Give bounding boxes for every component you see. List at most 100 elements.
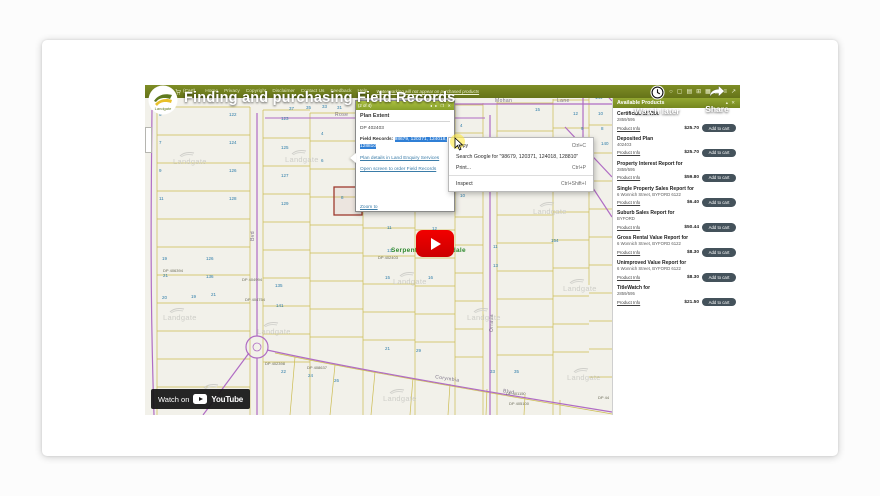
lot-number: 19 xyxy=(191,294,196,299)
youtube-label: YouTube xyxy=(211,395,243,404)
product-item: Gross Rental Value Report for6 Wonnich S… xyxy=(617,235,736,256)
lot-number: 20 xyxy=(162,295,167,300)
lot-number: 124 xyxy=(229,140,237,145)
dp-label: DP 404754 xyxy=(245,297,265,302)
add-to-cart-button[interactable]: Add to cart xyxy=(702,174,736,183)
share-arrow-icon xyxy=(709,85,725,98)
lot-number: 26 xyxy=(334,378,339,383)
watch-later-button[interactable]: Watch later xyxy=(634,85,680,116)
product-actions-row: Product Info $50.44Add to cart xyxy=(617,223,736,232)
context-menu-shortcut: Ctrl+Shift+I xyxy=(555,181,586,187)
watermark-text: Landgate xyxy=(393,277,427,286)
street-name-label: Rose xyxy=(335,112,348,118)
product-info-link[interactable]: Product Info xyxy=(617,275,640,280)
lot-number: 21 xyxy=(211,292,216,297)
product-item: Property Interest Report for2859/595Prod… xyxy=(617,161,736,182)
product-detail: 2859/595 xyxy=(617,117,736,122)
layers-icon[interactable]: ▤ xyxy=(686,89,692,95)
product-item: Suburb Sales Report forBYFORDProduct Inf… xyxy=(617,210,736,231)
product-price: $8.30 xyxy=(687,250,702,255)
landgate-watermark: Landgate xyxy=(383,388,417,403)
add-to-cart-button[interactable]: Add to cart xyxy=(702,273,736,282)
svg-text:Landgate: Landgate xyxy=(155,106,172,111)
lot-number: 8 xyxy=(601,126,604,131)
context-menu-item-print[interactable]: Print...Ctrl+P xyxy=(449,162,593,173)
context-menu-item-inspect[interactable]: InspectCtrl+Shift+I xyxy=(449,178,593,189)
play-icon xyxy=(431,238,441,250)
dp-label: DP 44 xyxy=(598,395,609,400)
watch-on-youtube-button[interactable]: Watch on YouTube xyxy=(151,389,250,409)
add-to-cart-button[interactable]: Add to cart xyxy=(702,149,736,158)
product-info-link[interactable]: Product Info xyxy=(617,250,640,255)
street-name-label: Lane xyxy=(557,98,570,104)
popup-plan-number: DP 402403 xyxy=(360,126,450,131)
lot-number: 9 xyxy=(581,126,584,131)
add-to-cart-button[interactable]: Add to cart xyxy=(702,124,736,133)
product-detail: 2859/595 xyxy=(617,167,736,172)
landgate-logo[interactable]: Landgate xyxy=(148,85,178,115)
lot-number: 37 xyxy=(289,106,294,111)
context-menu-separator xyxy=(449,175,593,176)
product-price: $59.80 xyxy=(684,175,702,180)
lot-number: 6 xyxy=(321,158,324,163)
lot-number: 16 xyxy=(428,275,433,280)
product-info-link[interactable]: Product Info xyxy=(617,200,640,205)
available-products-panel: Available Products ▴ ✕ Certificate of Ti… xyxy=(612,98,740,415)
youtube-video-player[interactable]: 5122712491261112812312512712937353331468… xyxy=(145,85,740,415)
plan-details-link[interactable]: Plan details in Land Enquiry Services xyxy=(360,156,450,161)
dp-label: DP 406394 xyxy=(163,268,183,273)
lot-number: 126 xyxy=(229,168,237,173)
popup-body: Plan Extent DP 402403 Field Records: 986… xyxy=(356,110,454,213)
product-detail: 2859/595 xyxy=(617,291,736,296)
product-info-link[interactable]: Product Info xyxy=(617,225,640,230)
lot-number: 10 xyxy=(598,111,603,116)
lot-number: 21 xyxy=(163,273,168,278)
watermark-text: Landgate xyxy=(257,327,291,336)
mouse-cursor xyxy=(450,134,466,150)
play-button[interactable] xyxy=(416,230,454,257)
context-menu: CopyCtrl+CSearch Google for "98679, 1203… xyxy=(448,137,594,192)
lot-number: 7 xyxy=(159,140,162,145)
product-price: $50.44 xyxy=(684,225,702,230)
plan-extent-popup: (2 of 4) ◂ ▸ ❐ ✕ Plan Extent DP 402403 F… xyxy=(355,100,455,212)
product-item: Single Property Sales Report for6 Wonnic… xyxy=(617,186,736,207)
add-to-cart-button[interactable]: Add to cart xyxy=(702,198,736,207)
lot-number: 35 xyxy=(514,369,519,374)
share-label: Share xyxy=(696,104,738,114)
zoom-to-link[interactable]: Zoom to xyxy=(360,205,378,210)
lot-number: 4 xyxy=(460,123,463,128)
product-info-link[interactable]: Product Info xyxy=(617,175,640,180)
product-detail: 6 Wonnich Street, BYFORD 6122 xyxy=(617,241,736,246)
landgate-watermark: Landgate xyxy=(173,151,207,166)
lot-number: 129 xyxy=(281,201,289,206)
lot-number: 8 xyxy=(341,195,344,200)
product-detail: 402403 xyxy=(617,142,736,147)
lot-number: 10 xyxy=(460,193,465,198)
watch-on-label: Watch on xyxy=(158,395,189,404)
lot-number: 11 xyxy=(387,225,392,230)
context-menu-item-copy[interactable]: CopyCtrl+C xyxy=(449,140,593,151)
add-to-cart-button[interactable]: Add to cart xyxy=(702,298,736,307)
product-item: Unimproved Value Report for6 Wonnich Str… xyxy=(617,260,736,281)
add-to-cart-button[interactable]: Add to cart xyxy=(702,223,736,232)
landgate-watermark: Landgate xyxy=(567,367,601,382)
product-info-link[interactable]: Product Info xyxy=(617,300,640,305)
product-price: $25.70 xyxy=(684,126,702,131)
product-list: Certificate of Title2859/595Product Info… xyxy=(613,108,740,310)
field-records-label: Field Records: xyxy=(360,137,393,142)
share-button[interactable]: Share xyxy=(696,85,738,114)
product-info-link[interactable]: Product Info xyxy=(617,126,640,131)
watermark-text: Landgate xyxy=(173,157,207,166)
watermark-text: Landgate xyxy=(563,284,597,293)
map-zoom-control[interactable] xyxy=(145,127,152,153)
product-info-link[interactable]: Product Info xyxy=(617,150,640,155)
add-to-cart-button[interactable]: Add to cart xyxy=(702,248,736,257)
order-field-records-link[interactable]: Open screen to order Field Records xyxy=(360,167,450,172)
landgate-watermark: Landgate xyxy=(163,307,197,322)
landgate-watermark: Landgate xyxy=(533,201,567,216)
lot-number: 4 xyxy=(321,131,324,136)
context-menu-item-search[interactable]: Search Google for "98679, 120371, 124018… xyxy=(449,151,593,162)
lot-number: 15 xyxy=(535,107,540,112)
product-price: $21.50 xyxy=(684,300,702,305)
lot-number: 13 xyxy=(493,263,498,268)
